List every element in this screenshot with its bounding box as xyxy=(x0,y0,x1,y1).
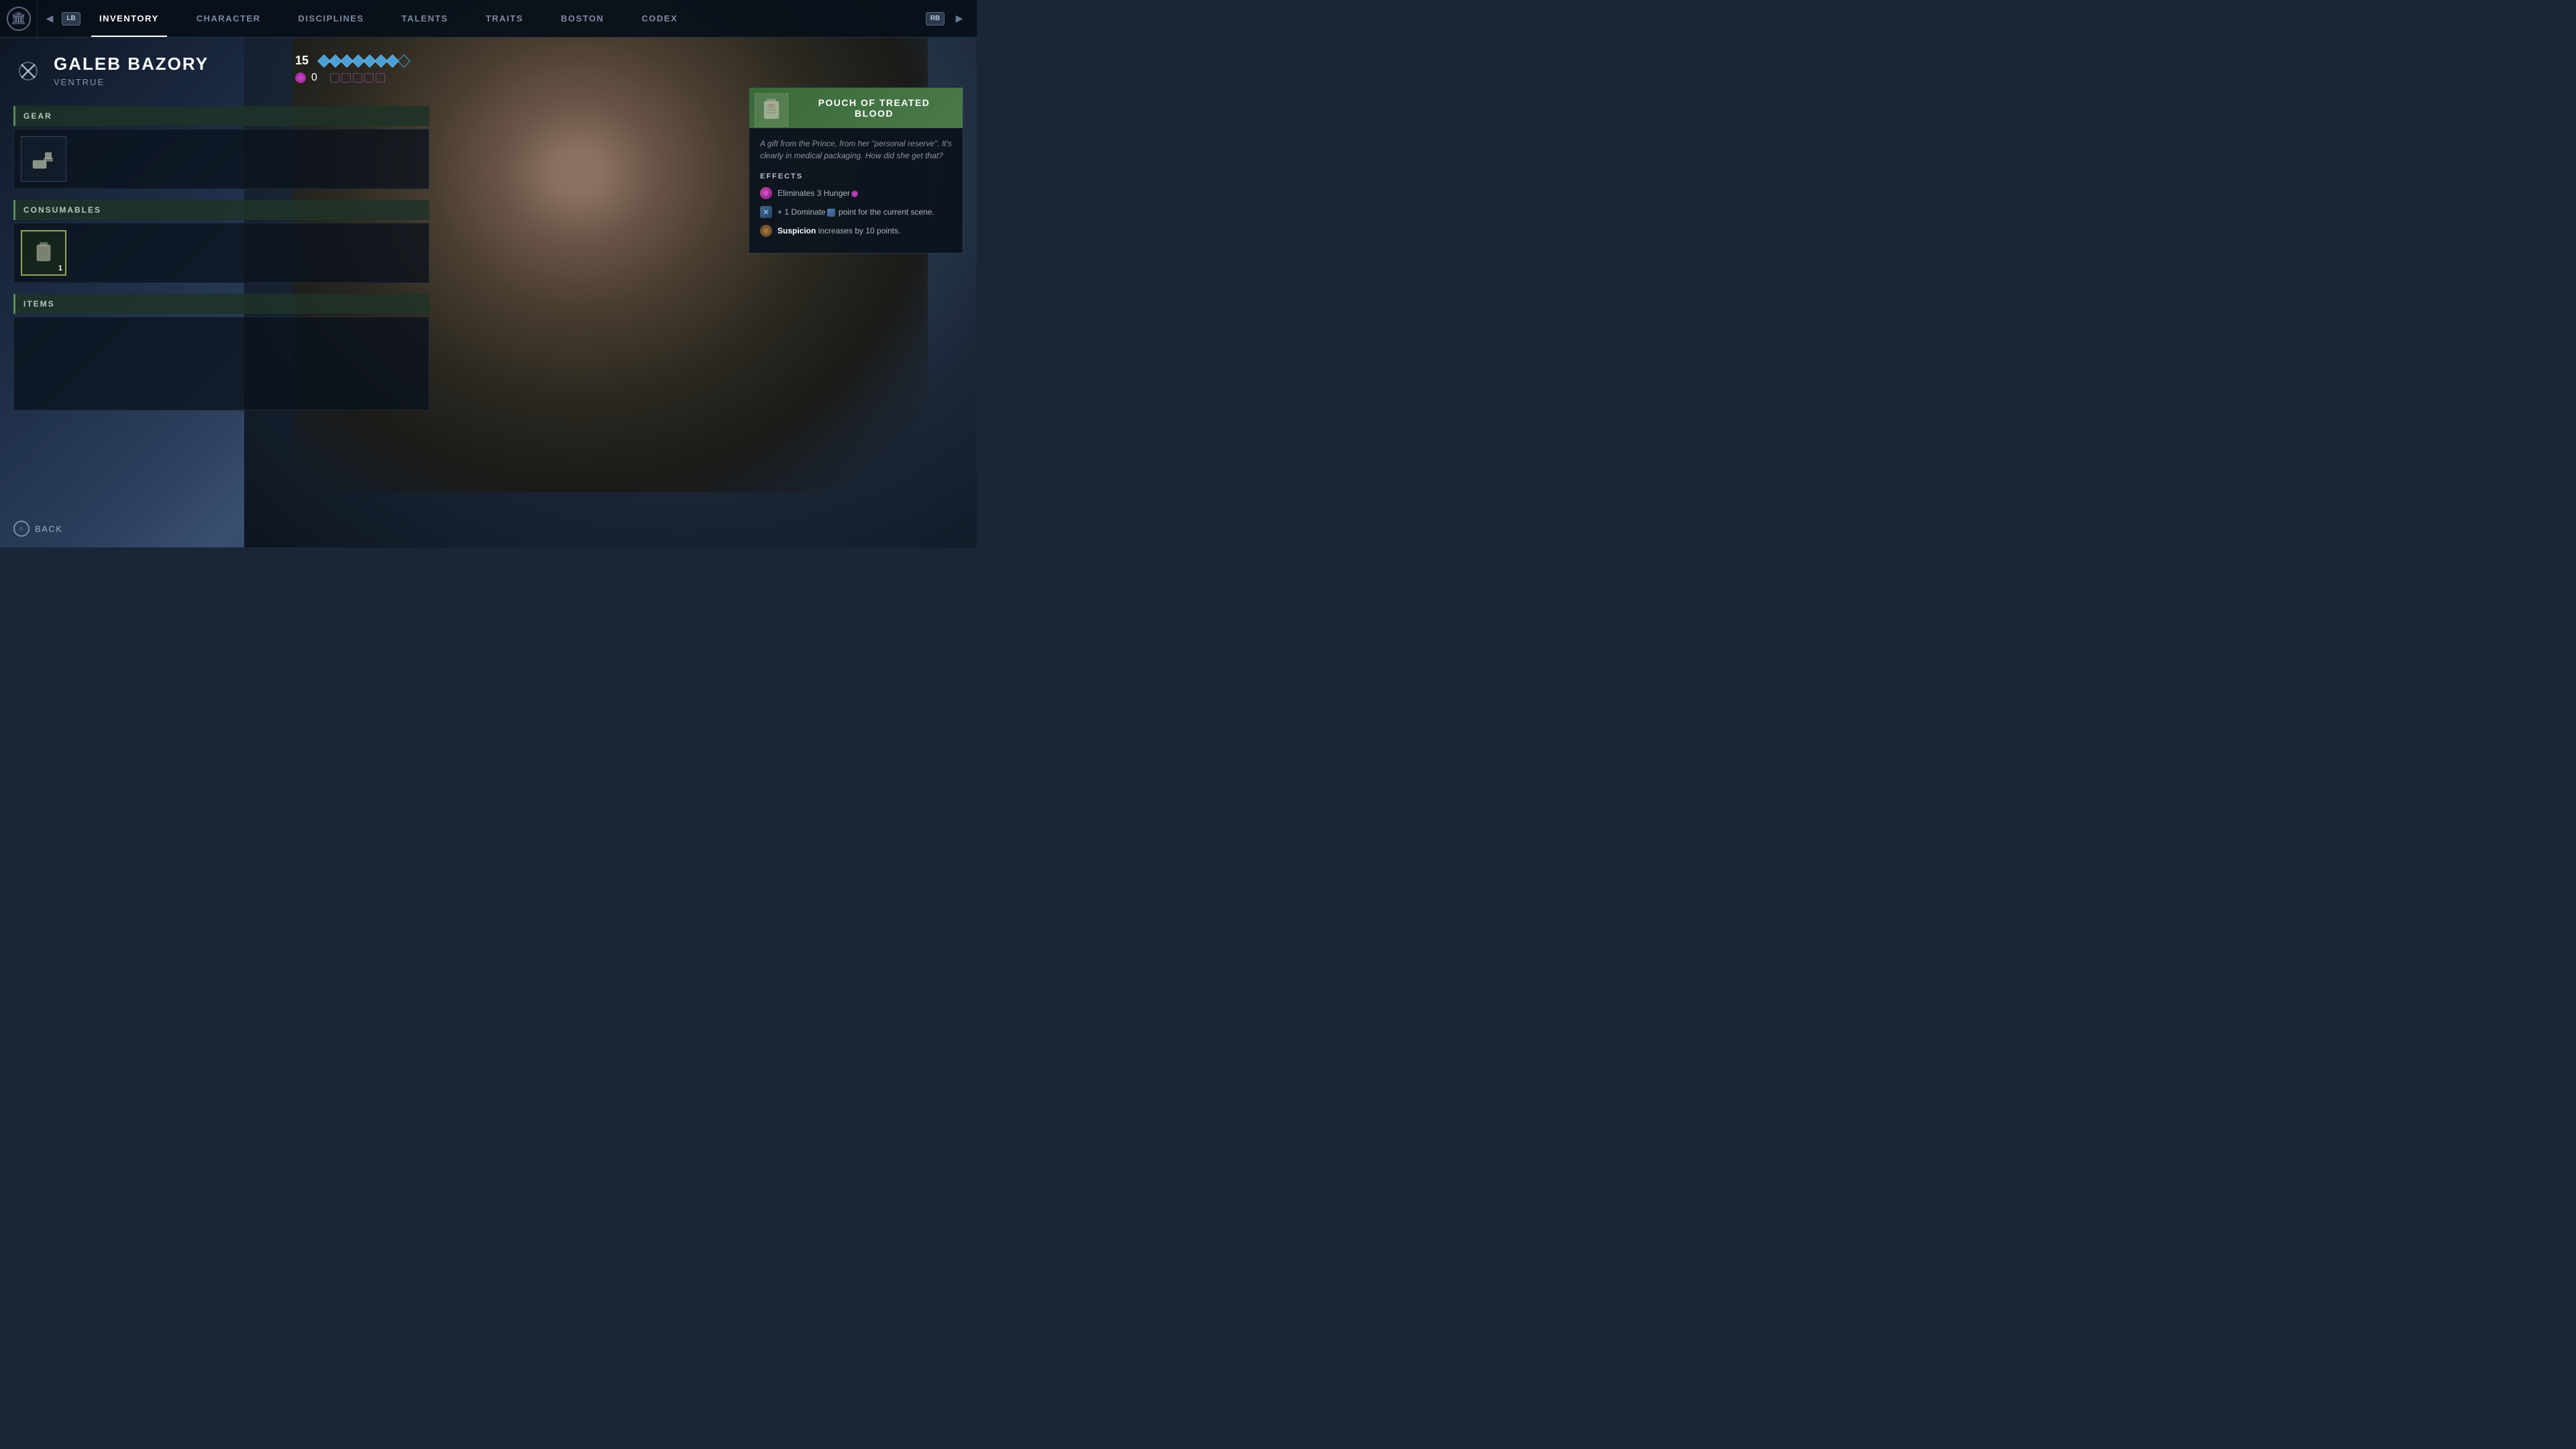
consumables-header: CONSUMABLES xyxy=(13,200,429,220)
character-clan: VENTRUE xyxy=(54,77,284,87)
consumable-slot-1[interactable]: 1 xyxy=(21,230,66,276)
nav-left-arrow[interactable]: ◀ xyxy=(38,0,62,38)
hunger-bar xyxy=(330,73,385,83)
tab-disciplines[interactable]: DISCIPLINES xyxy=(279,0,382,37)
effect-hunger: Eliminates 3 Hunger xyxy=(760,187,952,199)
suspicion-effect-text: Suspicion increases by 10 points. xyxy=(777,226,900,235)
hunger-pip-3 xyxy=(353,73,362,83)
detail-body: A gift from the Prince, from her "person… xyxy=(749,128,963,253)
items-header: ITEMS xyxy=(13,294,429,314)
gear-section: GEAR xyxy=(13,106,429,189)
detail-header: POUCH OF TREATED BLOOD xyxy=(749,88,963,128)
detail-item-icon xyxy=(755,93,788,127)
hunger-effect-text: Eliminates 3 Hunger xyxy=(777,189,859,198)
items-content xyxy=(13,317,429,411)
gear-item-icon xyxy=(30,146,57,172)
gear-header: GEAR xyxy=(13,106,429,126)
effects-label: EFFECTS xyxy=(760,172,952,180)
hunger-icon xyxy=(295,72,306,83)
consumables-content: 1 xyxy=(13,223,429,283)
back-button[interactable]: ○ BACK xyxy=(13,521,62,537)
rb-badge: RB xyxy=(926,12,945,25)
items-title: ITEMS xyxy=(23,299,55,309)
hunger-pip-2 xyxy=(341,73,351,83)
level-row: 15 xyxy=(295,54,429,68)
gear-slot-1[interactable] xyxy=(21,136,66,182)
logo-icon: 🏛 xyxy=(7,7,31,31)
navigation-bar: 🏛 ◀ LB INVENTORY CHARACTER DISCIPLINES T… xyxy=(0,0,977,38)
dominate-effect-icon xyxy=(760,206,772,218)
suspicion-effect-icon xyxy=(760,225,772,237)
tab-codex[interactable]: CODEX xyxy=(623,0,696,37)
character-header: GALEB BAZORY VENTRUE 15 xyxy=(13,54,429,87)
tab-boston[interactable]: BOSTON xyxy=(542,0,623,37)
tab-character[interactable]: CHARACTER xyxy=(178,0,280,37)
character-stats: 15 0 xyxy=(295,54,429,84)
character-level: 15 xyxy=(295,54,314,68)
hunger-value: 0 xyxy=(311,72,325,84)
main-content: GALEB BAZORY VENTRUE 15 xyxy=(0,38,443,547)
effect-suspicion: Suspicion increases by 10 points. xyxy=(760,225,952,237)
hunger-pip-4 xyxy=(364,73,374,83)
hunger-dot-inline xyxy=(851,191,858,197)
consumable-count: 1 xyxy=(58,264,62,272)
gear-content xyxy=(13,129,429,189)
character-info: GALEB BAZORY VENTRUE xyxy=(54,54,284,87)
detail-title: POUCH OF TREATED BLOOD xyxy=(796,97,952,119)
consumables-title: CONSUMABLES xyxy=(23,205,101,215)
hunger-row: 0 xyxy=(295,72,429,84)
dominate-effect-text: + 1 Dominate point for the current scene… xyxy=(777,207,934,217)
nav-right-arrow[interactable]: ▶ xyxy=(947,0,971,38)
lb-badge: LB xyxy=(62,12,80,25)
back-circle-icon: ○ xyxy=(13,521,30,537)
dominate-icon-inline xyxy=(827,209,835,217)
close-button[interactable] xyxy=(13,56,43,86)
back-label: BACK xyxy=(35,524,62,534)
items-section: ITEMS xyxy=(13,294,429,411)
tab-inventory[interactable]: INVENTORY xyxy=(80,0,178,37)
nav-right-controls: RB ▶ xyxy=(926,0,977,38)
effect-dominate: + 1 Dominate point for the current scene… xyxy=(760,206,952,218)
consumables-section: CONSUMABLES 1 xyxy=(13,200,429,283)
diamond-8 xyxy=(397,54,411,68)
detail-description: A gift from the Prince, from her "person… xyxy=(760,138,952,162)
nav-tabs: INVENTORY CHARACTER DISCIPLINES TALENTS … xyxy=(80,0,926,37)
hunger-effect-icon xyxy=(760,187,772,199)
tab-traits[interactable]: TRAITS xyxy=(467,0,542,37)
character-name: GALEB BAZORY xyxy=(54,54,284,74)
nav-logo: 🏛 xyxy=(0,0,38,38)
level-diamonds xyxy=(319,56,409,66)
tab-talents[interactable]: TALENTS xyxy=(383,0,467,37)
gear-title: GEAR xyxy=(23,111,52,121)
detail-panel: POUCH OF TREATED BLOOD A gift from the P… xyxy=(749,87,963,254)
blood-pouch-icon xyxy=(30,239,57,266)
hunger-pip-5 xyxy=(376,73,385,83)
hunger-pip-1 xyxy=(330,73,339,83)
